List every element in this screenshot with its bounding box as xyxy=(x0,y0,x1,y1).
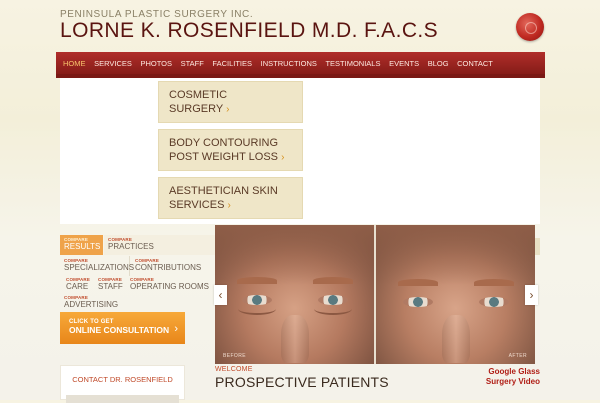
tab-compare-staff[interactable]: COMPARE STAFF xyxy=(94,275,125,295)
nav-contact[interactable]: CONTACT xyxy=(453,59,497,68)
promo-line: BODY CONTOURING xyxy=(169,137,278,149)
slider-next-button[interactable]: › xyxy=(525,285,538,305)
tab-label: STAFF xyxy=(98,282,123,291)
google-glass-video-link-line2[interactable]: Surgery Video xyxy=(486,377,540,386)
tab-compare-care[interactable]: COMPARE CARE xyxy=(62,275,93,295)
chevron-right-icon: › xyxy=(227,200,231,211)
chevron-right-icon: › xyxy=(529,288,534,302)
seal-logo-icon[interactable] xyxy=(516,13,544,41)
side-tab-stub xyxy=(535,238,540,255)
tab-compare-operating-rooms[interactable]: COMPARE OPERATING ROOMS xyxy=(126,275,215,295)
chevron-right-icon: › xyxy=(174,323,178,335)
tab-compare-contributions[interactable]: COMPARE CONTRIBUTIONS xyxy=(131,256,215,276)
google-glass-video-link[interactable]: Google Glass xyxy=(488,367,540,376)
tab-label: CONTRIBUTIONS xyxy=(135,263,202,272)
before-photo: BEFORE xyxy=(215,225,374,364)
contact-name-field[interactable] xyxy=(66,395,179,403)
tab-compare-specializations[interactable]: COMPARE SPECIALIZATIONS xyxy=(60,256,135,276)
promo-line: POST WEIGHT LOSS xyxy=(169,151,279,163)
after-photo: AFTER xyxy=(376,225,535,364)
tab-label: ADVERTISING xyxy=(64,300,119,309)
tab-label: CARE xyxy=(66,282,89,291)
nav-staff[interactable]: STAFF xyxy=(176,59,208,68)
prospective-patients-heading: PROSPECTIVE PATIENTS xyxy=(215,374,389,390)
welcome-label: WELCOME xyxy=(215,366,253,373)
promo-line: AESTHETICIAN SKIN xyxy=(169,185,278,197)
promo-line: SERVICES xyxy=(169,199,225,211)
nav-testimonials[interactable]: TESTIMONIALS xyxy=(321,59,385,68)
slider-prev-button[interactable]: ‹ xyxy=(214,285,227,305)
nav-blog[interactable]: BLOG xyxy=(423,59,452,68)
nav-services[interactable]: SERVICES xyxy=(90,59,136,68)
chevron-right-icon: › xyxy=(281,152,285,163)
contact-title: CONTACT DR. ROSENFIELD xyxy=(72,375,173,384)
site-title[interactable]: LORNE K. ROSENFIELD M.D. F.A.C.S xyxy=(60,19,438,43)
promo-cosmetic-surgery[interactable]: COSMETIC SURGERY › xyxy=(158,81,303,123)
nav-home[interactable]: HOME xyxy=(56,59,90,68)
nav-facilities[interactable]: FACILITIES xyxy=(208,59,256,68)
chevron-right-icon: › xyxy=(226,104,230,115)
tab-label: PRACTICES xyxy=(108,242,154,251)
nav-photos[interactable]: PHOTOS xyxy=(136,59,176,68)
promo-line: SURGERY xyxy=(169,103,224,115)
tab-compare-results[interactable]: COMPARE RESULTS xyxy=(60,235,103,255)
tab-label: RESULTS xyxy=(64,242,101,251)
promo-aesthetician-skin[interactable]: AESTHETICIAN SKIN SERVICES › xyxy=(158,177,303,219)
online-consultation-button[interactable]: CLICK TO GET ONLINE CONSULTATION › xyxy=(60,312,185,344)
nav-instructions[interactable]: INSTRUCTIONS xyxy=(256,59,321,68)
after-label: AFTER xyxy=(508,353,527,359)
cta-main-label: ONLINE CONSULTATION xyxy=(69,325,170,335)
promo-line: COSMETIC xyxy=(169,89,228,101)
contact-form-box: CONTACT DR. ROSENFIELD xyxy=(60,365,185,403)
tab-label: OPERATING ROOMS xyxy=(130,282,209,291)
before-label: BEFORE xyxy=(223,353,246,359)
promo-body-contouring[interactable]: BODY CONTOURING POST WEIGHT LOSS › xyxy=(158,129,303,171)
main-nav: HOME SERVICES PHOTOS STAFF FACILITIES IN… xyxy=(56,52,545,75)
nav-events[interactable]: EVENTS xyxy=(385,59,424,68)
tab-compare-advertising[interactable]: COMPARE ADVERTISING xyxy=(60,293,215,311)
chevron-left-icon: ‹ xyxy=(218,288,223,302)
before-after-slider: BEFORE AFTER xyxy=(215,225,535,364)
tab-label: SPECIALIZATIONS xyxy=(64,263,135,272)
tab-compare-practices[interactable]: COMPARE PRACTICES xyxy=(104,235,215,255)
